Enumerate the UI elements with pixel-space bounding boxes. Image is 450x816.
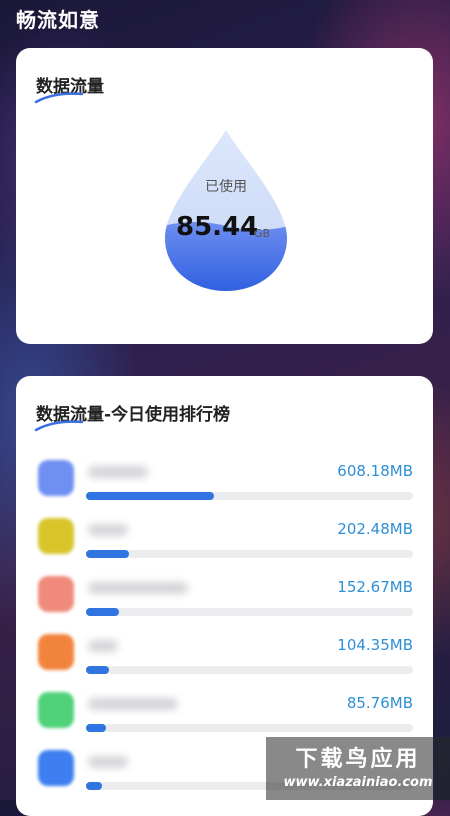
watermark-sub: www.xiazainiao.com <box>283 775 433 790</box>
app-icon <box>38 634 74 670</box>
app-icon <box>38 460 74 496</box>
usage-bar-track <box>86 666 413 674</box>
usage-bar-fill <box>86 608 119 616</box>
app-icon <box>38 692 74 728</box>
usage-bar-fill <box>86 782 103 790</box>
usage-bar-track <box>86 492 413 500</box>
usage-bar-track <box>86 608 413 616</box>
app-title: 畅流如意 <box>16 8 100 32</box>
usage-bar-fill <box>86 666 109 674</box>
title-swoosh-icon <box>34 420 84 432</box>
usage-bar-fill <box>86 550 129 558</box>
app-name-redacted <box>88 582 188 594</box>
ranking-row[interactable]: 608.18MB <box>16 460 433 514</box>
usage-bar-track <box>86 550 413 558</box>
ranking-row[interactable]: 152.67MB <box>16 576 433 630</box>
used-unit: GB <box>254 227 271 240</box>
usage-bar-track <box>86 724 413 732</box>
used-value: 85.44 <box>176 212 259 242</box>
app-name-redacted <box>88 466 148 478</box>
used-label: 已使用 <box>205 179 247 195</box>
app-name-redacted <box>88 756 128 768</box>
app-name-redacted <box>88 524 128 536</box>
title-swoosh-icon <box>34 92 84 104</box>
watermark-logo: 下载鸟应用 www.xiazainiao.com <box>266 737 450 800</box>
app-name-redacted <box>88 698 178 710</box>
water-drop-gauge <box>165 130 287 291</box>
watermark-main: 下载鸟应用 <box>295 747 421 772</box>
data-usage-card: 数据流量 已使用 85.44 GB <box>16 48 433 344</box>
app-usage-value: 608.18MB <box>337 462 413 480</box>
app-usage-value: 202.48MB <box>337 520 413 538</box>
app-usage-value: 152.67MB <box>337 578 413 596</box>
app-icon <box>38 518 74 554</box>
app-usage-value: 104.35MB <box>337 636 413 654</box>
usage-bar-fill <box>86 492 214 500</box>
app-name-redacted <box>88 640 118 652</box>
app-icon <box>38 750 74 786</box>
ranking-row[interactable]: 104.35MB <box>16 634 433 688</box>
app-usage-value: 85.76MB <box>346 694 413 712</box>
ranking-row[interactable]: 202.48MB <box>16 518 433 572</box>
usage-bar-fill <box>86 724 106 732</box>
app-icon <box>38 576 74 612</box>
